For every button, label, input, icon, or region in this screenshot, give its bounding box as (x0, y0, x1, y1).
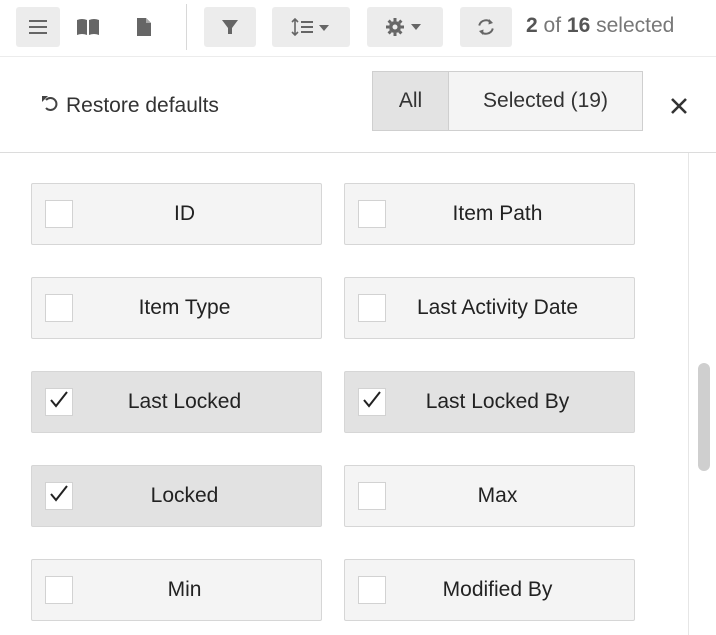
checkbox-checked[interactable] (358, 388, 386, 416)
column-chooser-header: Restore defaults All Selected (19) (0, 57, 716, 152)
column-option-label: Item Type (138, 296, 231, 319)
document-view-button[interactable] (122, 7, 166, 47)
checkmark-icon (48, 389, 70, 416)
column-option-label: Modified By (442, 578, 553, 601)
column-option[interactable]: Item Type (31, 277, 322, 339)
list-view-button[interactable] (16, 7, 60, 47)
column-option[interactable]: Last Locked By (344, 371, 635, 433)
close-button[interactable] (666, 93, 692, 119)
checkbox[interactable] (358, 576, 386, 604)
sort-icon (291, 18, 331, 36)
checkbox-checked[interactable] (45, 482, 73, 510)
filter-button[interactable] (204, 7, 256, 47)
gear-icon (385, 17, 425, 37)
column-option[interactable]: ID (31, 183, 322, 245)
book-view-button[interactable] (66, 7, 110, 47)
column-option[interactable]: Modified By (344, 559, 635, 621)
refresh-icon (476, 17, 496, 37)
column-option-label: Max (477, 484, 518, 507)
column-option-label: Locked (150, 484, 219, 507)
column-list: ID Item Path Item Type Last Activity Date La… (0, 153, 688, 635)
checkmark-icon (48, 483, 70, 510)
tab-all[interactable]: All (373, 72, 449, 130)
sort-button[interactable] (272, 7, 350, 47)
selection-of: of (543, 14, 562, 37)
column-option-label: Last Activity Date (416, 296, 579, 319)
column-option[interactable]: Last Activity Date (344, 277, 635, 339)
checkbox[interactable] (358, 200, 386, 228)
document-icon (136, 17, 152, 37)
column-option[interactable]: Item Path (344, 183, 635, 245)
book-icon (76, 18, 100, 36)
column-option-label: Min (167, 578, 202, 601)
checkbox[interactable] (358, 482, 386, 510)
close-icon (666, 98, 692, 123)
refresh-button[interactable] (460, 7, 512, 47)
column-option-label: ID (174, 202, 195, 225)
checkbox[interactable] (45, 200, 73, 228)
total-count: 16 (566, 14, 591, 37)
selected-count: 2 (526, 14, 538, 37)
checkbox-checked[interactable] (45, 388, 73, 416)
checkbox[interactable] (45, 576, 73, 604)
selection-suffix: selected (596, 14, 675, 37)
restore-defaults-label: Restore defaults (66, 94, 219, 117)
selection-count: 2 of 16 selected (526, 14, 674, 38)
tab-selected[interactable]: Selected (19) (449, 72, 642, 130)
checkbox[interactable] (358, 294, 386, 322)
checkmark-icon (361, 389, 383, 416)
scrollbar[interactable] (688, 153, 716, 635)
column-option-label: Last Locked By (425, 390, 570, 413)
column-option[interactable]: Locked (31, 465, 322, 527)
restore-defaults-link[interactable]: Restore defaults (40, 93, 219, 119)
column-option[interactable]: Min (31, 559, 322, 621)
settings-button[interactable] (367, 7, 443, 47)
column-option[interactable]: Max (344, 465, 635, 527)
list-icon (28, 19, 48, 35)
filter-icon (221, 18, 239, 36)
scrollbar-thumb[interactable] (698, 363, 710, 471)
column-option[interactable]: Last Locked (31, 371, 322, 433)
toolbar-divider (186, 4, 187, 50)
checkbox[interactable] (45, 294, 73, 322)
column-option-label: Last Locked (127, 390, 242, 413)
undo-icon (40, 93, 66, 119)
column-option-label: Item Path (452, 202, 543, 225)
toolbar: 2 of 16 selected (0, 0, 716, 56)
view-filter-tabs: All Selected (19) (372, 71, 643, 131)
